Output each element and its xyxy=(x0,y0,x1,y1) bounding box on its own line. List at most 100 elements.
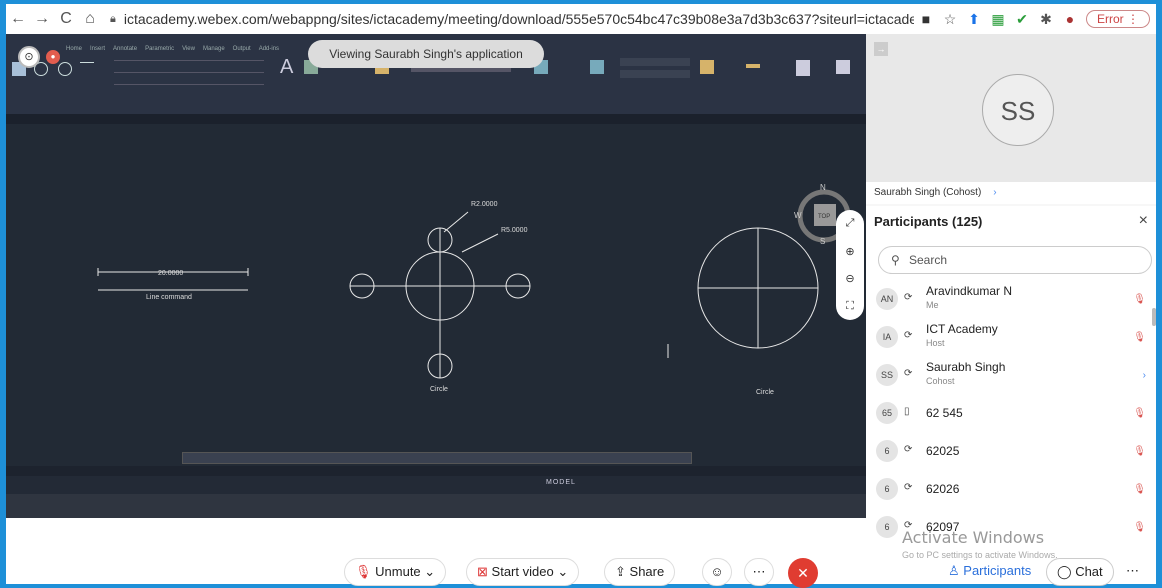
participant-name: ICT Academy xyxy=(926,322,998,336)
fit-screen-icon[interactable]: ⛶ xyxy=(846,300,854,313)
record-icon[interactable]: ● xyxy=(46,50,60,64)
unmute-label: Unmute xyxy=(375,564,421,579)
unmute-button[interactable]: 🎙︎ Unmute ⌄ xyxy=(344,558,447,586)
avatar: 6 xyxy=(876,440,898,462)
mic-muted-icon: 🎙︎ xyxy=(1133,408,1146,419)
zoom-out-icon[interactable]: ⊖ xyxy=(845,272,854,285)
modify-group xyxy=(106,54,271,104)
mic-muted-icon: 🎙︎ xyxy=(355,564,372,579)
mic-muted-icon: 🎙︎ xyxy=(1133,332,1146,343)
participants-search-input[interactable]: ⚲ Search xyxy=(878,246,1152,274)
participant-name: 62025 xyxy=(926,444,960,458)
more-icon: ⋯ xyxy=(752,564,766,579)
more-panels-button[interactable]: ⋯ xyxy=(1122,558,1143,586)
video-tile: → SS Saurabh Singh (Cohost) › xyxy=(866,34,1156,204)
circle-label-right: Circle xyxy=(756,389,774,396)
line-command-label: Line command xyxy=(146,294,192,301)
lock-icon[interactable]: 🔒︎ xyxy=(110,13,116,26)
bookmark-star-icon[interactable]: ☆ xyxy=(938,11,962,28)
dimension-label: 20.0000 xyxy=(158,270,183,277)
avatar: IA xyxy=(876,326,898,348)
participant-role: Host xyxy=(926,338,945,348)
home-icon[interactable]: ⌂ xyxy=(78,10,102,28)
participant-name: Aravindkumar N xyxy=(926,284,1013,298)
zoom-in-icon[interactable]: ⊕ xyxy=(845,245,854,258)
audio-connection-icon: ⟳ xyxy=(904,330,913,341)
avatar: AN xyxy=(876,288,898,310)
compass-n: N xyxy=(820,183,826,192)
avatar: 6 xyxy=(876,478,898,500)
document-tabs xyxy=(6,114,866,124)
chat-label: Chat xyxy=(1075,564,1103,579)
shared-screen: Home Insert Annotate Parametric View Manage Ou… xyxy=(6,34,866,518)
participant-row[interactable]: 6 ⟳ 62026 🎙︎ xyxy=(874,472,1150,508)
mic-muted-icon: 🎙︎ xyxy=(1133,484,1146,495)
expand-icon[interactable]: ⤢ xyxy=(846,217,855,230)
drawing-canvas: R2.0000 R5.0000 20.0000 Line command Cir… xyxy=(97,183,853,396)
mic-muted-icon: 🎙︎ xyxy=(1133,294,1146,305)
reactions-button[interactable]: ☺ xyxy=(702,558,732,586)
extension-icon[interactable]: ⬆ xyxy=(962,11,986,28)
participant-row[interactable]: IA ⟳ ICT Academy Host 🎙︎ xyxy=(874,320,1150,356)
leave-meeting-button[interactable]: ✕ xyxy=(788,558,818,588)
share-button[interactable]: ⇪ Share xyxy=(604,558,676,586)
r2-label: R2.0000 xyxy=(471,201,498,208)
mic-muted-icon: 🎙︎ xyxy=(1133,522,1146,533)
autocad-status-bar: MODEL xyxy=(6,476,866,494)
puzzle-icon[interactable]: ✱ xyxy=(1034,11,1058,28)
audio-connection-icon: ⟳ xyxy=(904,292,913,303)
speaking-icon: › xyxy=(1142,370,1146,381)
participants-icon: ♙ xyxy=(948,563,960,578)
check-extension-icon[interactable]: ✔ xyxy=(1010,11,1034,28)
audio-connection-icon: ⟳ xyxy=(904,482,913,493)
video-off-icon: ⊠ xyxy=(477,564,488,579)
scrollbar[interactable] xyxy=(1152,308,1156,326)
chat-button[interactable]: ◯ Chat xyxy=(1046,558,1114,586)
reload-icon[interactable]: C xyxy=(54,10,78,28)
participants-button[interactable]: ♙ Participants xyxy=(938,558,1041,586)
properties-group xyxy=(586,54,696,104)
smiley-icon: ☺ xyxy=(710,564,724,579)
participant-row[interactable]: 6 ⟳ 62025 🎙︎ xyxy=(874,434,1150,470)
sharing-toast: Viewing Saurabh Singh's application xyxy=(308,40,544,68)
participant-row[interactable]: 65 ▯ 62 545 🎙︎ xyxy=(874,396,1150,432)
grid-extension-icon[interactable]: ▦ xyxy=(986,11,1010,28)
groups-utilities-group xyxy=(696,54,866,104)
chat-icon: ◯ xyxy=(1057,564,1072,579)
participant-name: 62 545 xyxy=(926,406,963,420)
close-icon: ✕ xyxy=(797,565,809,581)
mic-muted-icon: 🎙︎ xyxy=(1133,446,1146,457)
address-bar[interactable]: ictacademy.webex.com/webappng/sites/icta… xyxy=(124,11,914,27)
chevron-down-icon[interactable]: ⌄ xyxy=(557,564,568,579)
participants-label: Participants xyxy=(963,563,1032,578)
error-chip[interactable]: Error ⋮ xyxy=(1085,10,1150,28)
forward-icon[interactable]: → xyxy=(30,10,54,28)
r5-label: R5.0000 xyxy=(501,227,528,234)
participant-row[interactable]: AN ⟳ Aravindkumar N Me 🎙︎ xyxy=(874,282,1150,318)
close-icon[interactable]: × xyxy=(1139,212,1148,230)
activate-windows-title: Activate Windows xyxy=(902,528,1045,547)
collapse-panel-icon[interactable]: → xyxy=(874,42,888,56)
video-name: Saurabh Singh (Cohost) xyxy=(874,187,982,198)
start-video-button[interactable]: ⊠ Start video ⌄ xyxy=(466,558,580,586)
cast-icon[interactable]: ■ xyxy=(914,11,938,27)
more-icon: ⋯ xyxy=(1126,563,1139,578)
command-line xyxy=(182,452,692,464)
start-video-label: Start video xyxy=(491,564,554,579)
participants-title: Participants (125) xyxy=(874,214,983,229)
more-options-button[interactable]: ⋯ xyxy=(744,558,774,586)
participant-row[interactable]: SS ⟳ Saurabh Singh Cohost › xyxy=(874,358,1150,394)
profile-icon[interactable]: ● xyxy=(1058,11,1082,27)
compass-w: W xyxy=(794,211,802,220)
video-avatar: SS xyxy=(982,74,1054,146)
avatar: SS xyxy=(876,364,898,386)
chevron-down-icon[interactable]: ⌄ xyxy=(424,564,435,579)
participant-name: 62026 xyxy=(926,482,960,496)
layout-tabs xyxy=(6,466,866,476)
back-icon[interactable]: ← xyxy=(6,10,30,28)
search-icon: ⚲ xyxy=(891,253,900,267)
share-label: Share xyxy=(629,564,665,579)
video-name-bar: Saurabh Singh (Cohost) › xyxy=(866,182,1156,204)
annotate-icon[interactable]: ⊙ xyxy=(18,46,40,68)
compass-s: S xyxy=(820,237,825,246)
